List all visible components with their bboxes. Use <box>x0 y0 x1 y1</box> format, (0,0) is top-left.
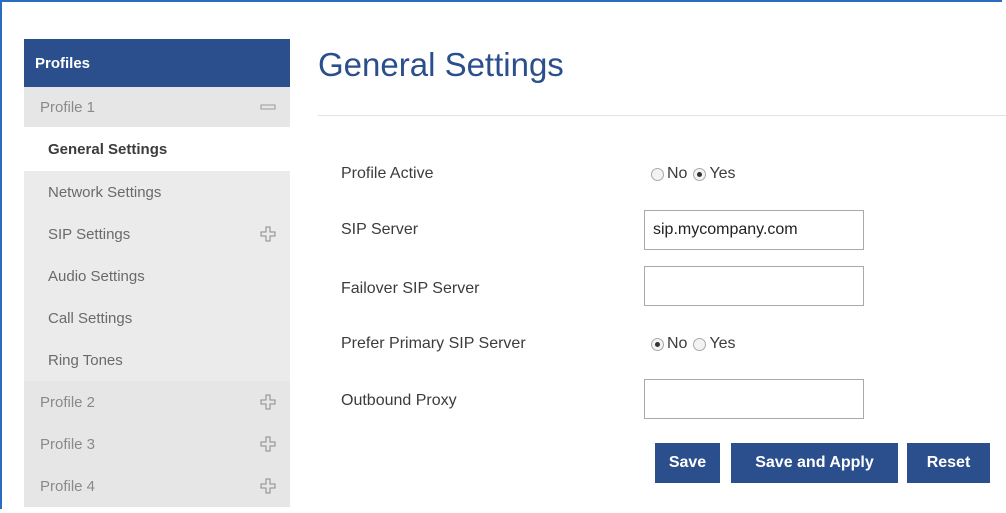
sidebar-item-sip-settings[interactable]: SIP Settings <box>24 213 290 255</box>
profile-active-yes-radio[interactable] <box>693 167 707 181</box>
sidebar-item-label: SIP Settings <box>48 225 131 243</box>
sidebar-item-audio-settings[interactable]: Audio Settings <box>24 255 290 297</box>
sidebar-item-label: Call Settings <box>48 309 133 327</box>
save-and-apply-button[interactable]: Save and Apply <box>731 443 898 483</box>
radio-label-no: No <box>667 335 688 352</box>
plus-icon[interactable] <box>260 226 276 242</box>
outbound-proxy-input[interactable] <box>644 379 864 419</box>
radio-label-yes: Yes <box>709 165 736 182</box>
minus-icon[interactable] <box>260 99 276 115</box>
prefer-primary-no-radio[interactable] <box>651 337 664 351</box>
plus-icon[interactable] <box>260 478 276 494</box>
profile-active-radio-group: No Yes <box>651 165 742 183</box>
sidebar-profile-4[interactable]: Profile 4 <box>24 465 290 507</box>
failover-sip-server-input[interactable] <box>644 266 864 306</box>
profile-active-no-radio[interactable] <box>651 167 664 181</box>
sidebar-profile-label: Profile 1 <box>40 98 96 116</box>
reset-button[interactable]: Reset <box>907 443 990 483</box>
plus-icon[interactable] <box>260 436 276 452</box>
sidebar-profile-3[interactable]: Profile 3 <box>24 423 290 465</box>
outbound-proxy-label: Outbound Proxy <box>341 392 457 409</box>
sidebar-item-network-settings[interactable]: Network Settings <box>24 171 290 213</box>
sidebar-profile-label: Profile 3 <box>40 435 96 453</box>
sidebar-profile-1[interactable]: Profile 1 <box>24 87 290 127</box>
sidebar-item-label: General Settings <box>48 140 168 158</box>
page-title: General Settings <box>318 46 564 83</box>
title-divider <box>318 115 1006 116</box>
sidebar-profile-label: Profile 4 <box>40 477 96 495</box>
prefer-primary-yes-radio[interactable] <box>693 337 707 351</box>
save-button[interactable]: Save <box>655 443 720 483</box>
sidebar: Profiles Profile 1 General Settings Netw… <box>24 39 290 507</box>
plus-icon[interactable] <box>260 394 276 410</box>
sidebar-profile-label: Profile 2 <box>40 393 96 411</box>
radio-label-yes: Yes <box>709 335 736 352</box>
sidebar-profile-2[interactable]: Profile 2 <box>24 381 290 423</box>
prefer-primary-sip-server-label: Prefer Primary SIP Server <box>341 335 526 352</box>
sidebar-item-call-settings[interactable]: Call Settings <box>24 297 290 339</box>
sidebar-item-general-settings[interactable]: General Settings <box>24 127 290 171</box>
radio-label-no: No <box>667 165 688 182</box>
sip-server-input[interactable] <box>644 210 864 250</box>
sidebar-item-ring-tones[interactable]: Ring Tones <box>24 339 290 381</box>
sidebar-header-label: Profiles <box>35 54 91 72</box>
prefer-primary-radio-group: No Yes <box>651 335 742 353</box>
sip-server-label: SIP Server <box>341 221 419 238</box>
profile-active-label: Profile Active <box>341 165 434 182</box>
sidebar-item-label: Network Settings <box>48 183 162 201</box>
sidebar-item-label: Ring Tones <box>48 351 123 369</box>
failover-sip-server-label: Failover SIP Server <box>341 280 480 297</box>
sidebar-header: Profiles <box>24 39 290 87</box>
sidebar-item-label: Audio Settings <box>48 267 145 285</box>
